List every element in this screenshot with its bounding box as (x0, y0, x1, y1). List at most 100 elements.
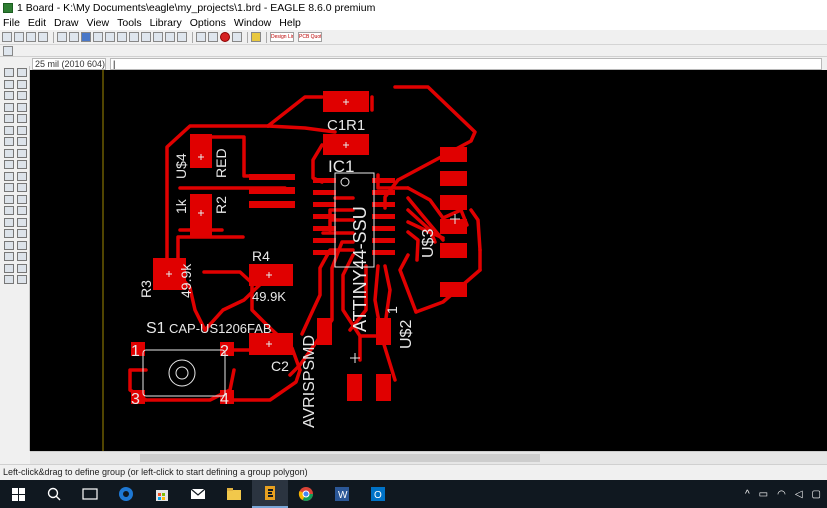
redo-icon[interactable] (208, 32, 218, 42)
zoom-previous-icon[interactable] (141, 32, 151, 42)
open-icon[interactable] (2, 32, 12, 42)
split-tool-icon[interactable] (4, 148, 14, 158)
mark-tool-icon[interactable] (17, 79, 27, 89)
lock-tool-icon[interactable] (4, 160, 14, 169)
scrollbar-thumb[interactable] (140, 454, 540, 462)
cam-icon[interactable] (38, 32, 48, 42)
menu-draw[interactable]: Draw (54, 17, 79, 29)
drc-tool-icon[interactable] (17, 263, 27, 273)
label-s1-pin1: 1 (131, 343, 140, 360)
volume-icon[interactable]: ◁ (795, 489, 803, 500)
wire-tool-icon[interactable] (4, 194, 14, 204)
polygon-tool-icon[interactable] (17, 217, 27, 227)
chrome-button[interactable] (288, 480, 324, 508)
notification-icon[interactable]: ▢ (812, 489, 821, 500)
stop-icon[interactable] (220, 32, 230, 42)
menu-edit[interactable]: Edit (28, 17, 46, 29)
menu-window[interactable]: Window (234, 17, 271, 29)
print-icon[interactable] (26, 32, 36, 42)
mirror-tool-icon[interactable] (17, 102, 27, 112)
word-button[interactable]: W (324, 480, 360, 508)
auto-tool-icon[interactable] (4, 263, 14, 273)
zoom-select-icon[interactable] (165, 32, 175, 42)
script-icon[interactable] (57, 32, 67, 42)
save-icon[interactable] (14, 32, 24, 42)
chevron-up-icon[interactable]: ^ (745, 489, 750, 500)
menu-help[interactable]: Help (279, 17, 301, 29)
via-tool-icon[interactable] (4, 229, 14, 238)
menu-options[interactable]: Options (190, 17, 226, 29)
display-tool-icon[interactable] (4, 79, 14, 89)
ulp-icon[interactable] (69, 32, 79, 42)
board-drawing[interactable]: C1 R1 IC1 U$4 RED 1k R2 R3 49.9k R4 49.9… (30, 70, 827, 451)
rotate-tool-icon[interactable] (4, 102, 14, 112)
wifi-icon[interactable]: ◠ (777, 489, 786, 500)
circle-tool-icon[interactable] (4, 206, 14, 215)
board-canvas[interactable]: C1 R1 IC1 U$4 RED 1k R2 R3 49.9k R4 49.9… (30, 70, 827, 451)
edge-button[interactable] (108, 480, 144, 508)
hole-tool-icon[interactable] (17, 229, 27, 238)
zoom-in-icon[interactable] (117, 32, 127, 42)
label-s1-pin4: 4 (220, 391, 229, 408)
store-button[interactable] (144, 480, 180, 508)
info-tool-icon[interactable] (4, 68, 14, 77)
ratsnest-tool-icon[interactable] (17, 252, 27, 261)
text-tool-icon[interactable] (17, 194, 27, 204)
mail-button[interactable] (180, 480, 216, 508)
search-button[interactable] (36, 480, 72, 508)
change-tool-icon[interactable] (17, 114, 27, 123)
horizontal-scrollbar[interactable] (30, 451, 827, 464)
label-r3: R3 (138, 280, 154, 298)
battery-icon[interactable]: ▭ (759, 489, 768, 500)
outlook-button[interactable]: O (360, 480, 396, 508)
grid-icon[interactable] (3, 45, 13, 56)
windows-logo-icon (11, 487, 25, 501)
menu-file[interactable]: File (3, 17, 20, 29)
use-library-icon[interactable] (93, 32, 103, 42)
help-icon[interactable] (251, 32, 261, 42)
miter-tool-icon[interactable] (17, 148, 27, 158)
name-tool-icon[interactable] (17, 160, 27, 169)
u3-pad-5 (440, 243, 467, 258)
add-tool-icon[interactable] (4, 183, 14, 192)
task-view-button[interactable] (72, 480, 108, 508)
replace-tool-icon[interactable] (17, 183, 27, 192)
menu-view[interactable]: View (87, 17, 110, 29)
show-tool-icon[interactable] (17, 68, 27, 77)
undo-icon[interactable] (196, 32, 206, 42)
delete-tool-icon[interactable] (17, 125, 27, 135)
eagle-app-icon (3, 3, 13, 13)
rect-tool-icon[interactable] (4, 217, 14, 227)
cut-tool-icon[interactable] (4, 137, 14, 146)
design-link-button[interactable]: Design Link (270, 32, 294, 42)
zoom-fit-icon[interactable] (105, 32, 115, 42)
route-tool-icon[interactable] (17, 240, 27, 250)
attribute-tool-icon[interactable] (17, 275, 27, 284)
paste-tool-icon[interactable] (4, 125, 14, 135)
zoom-area-icon[interactable] (177, 32, 187, 42)
start-button[interactable] (0, 480, 36, 508)
redraw-icon[interactable] (153, 32, 163, 42)
go-icon[interactable] (232, 32, 242, 42)
errors-tool-icon[interactable] (4, 275, 14, 284)
optimize-tool-icon[interactable] (17, 137, 27, 146)
command-line-input[interactable]: | (110, 57, 822, 70)
eagle-button[interactable] (252, 480, 288, 508)
move-tool-icon[interactable] (4, 91, 14, 100)
arc-tool-icon[interactable] (17, 206, 27, 215)
ripup-tool-icon[interactable] (4, 252, 14, 261)
menu-library[interactable]: Library (150, 17, 182, 29)
file-explorer-button[interactable] (216, 480, 252, 508)
zoom-out-icon[interactable] (129, 32, 139, 42)
copy-tool-icon[interactable] (17, 91, 27, 100)
group-tool-icon[interactable] (4, 114, 14, 123)
pcb-quote-button[interactable]: PCB Quote (298, 32, 322, 42)
u3-pad-1 (440, 147, 467, 162)
menu-tools[interactable]: Tools (117, 17, 142, 29)
svg-text:W: W (338, 490, 348, 501)
parameter-toolbar (0, 45, 827, 57)
smash-tool-icon[interactable] (17, 171, 27, 181)
sch-brd-switch-icon[interactable] (81, 32, 91, 42)
value-tool-icon[interactable] (4, 171, 14, 181)
signal-tool-icon[interactable] (4, 240, 14, 250)
